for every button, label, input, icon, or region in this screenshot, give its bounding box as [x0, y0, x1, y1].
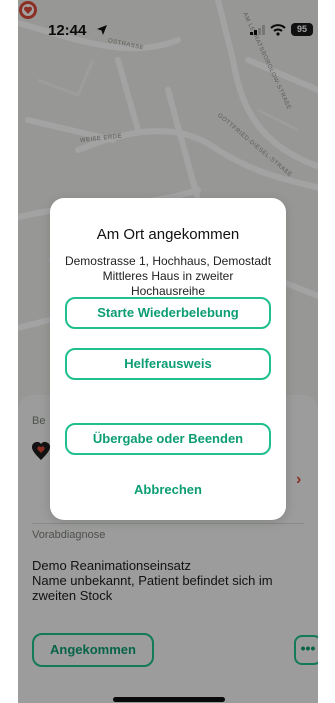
phone-screen: OSTRASSE AM LEBRATSBOROLOW-STRAßE WEIßE …: [18, 0, 318, 703]
address-line: Mittleres Haus in zweiter: [102, 269, 234, 283]
cancel-button[interactable]: Abbrechen: [65, 482, 271, 497]
dialog-address: Demostrasse 1, Hochhaus, Demostadt Mittl…: [60, 254, 276, 299]
start-resuscitation-button[interactable]: Starte Wiederbelebung: [65, 297, 271, 329]
helper-id-button[interactable]: Helferausweis: [65, 348, 271, 380]
address-line: Demostrasse 1, Hochhaus, Demostadt: [64, 254, 272, 268]
handover-or-end-button[interactable]: Übergabe oder Beenden: [65, 423, 271, 455]
arrival-dialog: Am Ort angekommen Demostrasse 1, Hochhau…: [50, 198, 286, 520]
dialog-title: Am Ort angekommen: [96, 226, 240, 243]
